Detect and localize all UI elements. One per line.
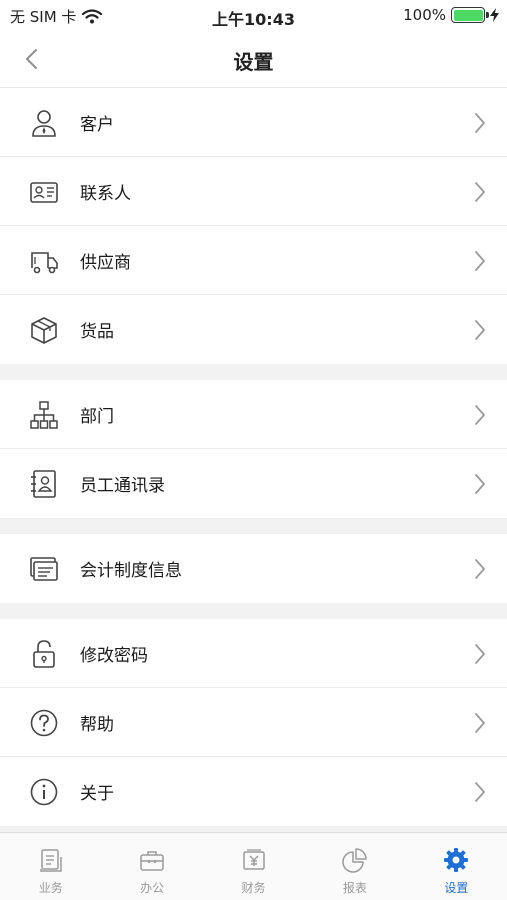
chevron-right-icon xyxy=(475,182,485,202)
chevron-right-icon xyxy=(475,113,485,133)
gear-icon xyxy=(444,848,469,872)
chevron-right-icon xyxy=(475,474,485,494)
settings-row-address-book[interactable]: 员工通讯录 xyxy=(0,449,507,518)
settings-row-info[interactable]: 关于 xyxy=(0,757,507,826)
status-right: 100% xyxy=(403,6,499,24)
customer-icon xyxy=(32,110,56,137)
tab-pie-chart[interactable]: 报表 xyxy=(304,833,405,900)
tab-finance-yen[interactable]: 财务 xyxy=(203,833,304,900)
battery-level xyxy=(453,9,483,21)
section-gap xyxy=(0,603,507,619)
settings-row-label: 客户 xyxy=(80,115,114,135)
org-chart-icon xyxy=(30,401,58,429)
contact-card-icon xyxy=(30,182,58,203)
tab-business-doc[interactable]: 业务 xyxy=(0,833,101,900)
navigation-bar: 设置 xyxy=(0,30,507,88)
settings-row-label: 修改密码 xyxy=(80,646,148,666)
settings-row-customer[interactable]: 客户 xyxy=(0,88,507,157)
pie-chart-icon xyxy=(342,848,367,873)
tab-label: 业务 xyxy=(38,881,63,895)
chevron-right-icon xyxy=(475,320,485,340)
chevron-right-icon xyxy=(475,644,485,664)
settings-group: 修改密码 帮助 关于 xyxy=(0,619,507,826)
settings-row-label: 员工通讯录 xyxy=(80,476,165,496)
settings-row-label: 部门 xyxy=(80,407,114,427)
settings-group: 客户联系人供应商货品 xyxy=(0,88,507,364)
accounting-docs-icon xyxy=(30,557,58,581)
tab-gear[interactable]: 设置 xyxy=(406,833,507,900)
back-button[interactable] xyxy=(18,44,48,74)
settings-row-label: 关于 xyxy=(80,784,114,804)
chevron-right-icon xyxy=(475,713,485,733)
chevron-right-icon xyxy=(475,782,485,802)
settings-group: 会计制度信息 xyxy=(0,534,507,603)
tab-label: 设置 xyxy=(444,881,469,895)
package-icon xyxy=(31,317,57,344)
settings-row-label: 货品 xyxy=(80,322,114,342)
settings-row-label: 帮助 xyxy=(80,715,114,735)
info-icon xyxy=(30,778,58,806)
chevron-right-icon xyxy=(475,251,485,271)
section-gap xyxy=(0,518,507,534)
finance-yen-icon xyxy=(242,849,265,870)
settings-row-lock[interactable]: 修改密码 xyxy=(0,619,507,688)
settings-row-truck[interactable]: 供应商 xyxy=(0,226,507,295)
business-doc-icon xyxy=(39,849,62,872)
settings-list: 客户联系人供应商货品部门员工通讯录会计制度信息 修改密码帮助关于 xyxy=(0,88,507,842)
settings-group: 部门 员工通讯录 xyxy=(0,380,507,518)
tab-briefcase[interactable]: 办公 xyxy=(101,833,202,900)
settings-row-label: 联系人 xyxy=(80,184,131,204)
page-title: 设置 xyxy=(233,50,274,74)
chevron-right-icon xyxy=(475,559,485,579)
briefcase-icon xyxy=(140,851,164,871)
back-chevron-icon xyxy=(26,49,37,69)
address-book-icon xyxy=(31,470,56,498)
settings-row-accounting-docs[interactable]: 会计制度信息 xyxy=(0,534,507,603)
status-bar: 无 SIM 卡 上午10:43 100% xyxy=(0,0,507,30)
settings-row-help[interactable]: 帮助 xyxy=(0,688,507,757)
battery-icon xyxy=(451,7,489,23)
tab-label: 报表 xyxy=(342,881,367,895)
tab-bar: 业务 办公 财务 报表 设置 xyxy=(0,832,507,900)
settings-row-package[interactable]: 货品 xyxy=(0,295,507,364)
tab-label: 财务 xyxy=(241,881,266,895)
tab-label: 办公 xyxy=(140,881,165,895)
truck-icon xyxy=(31,252,58,274)
charging-bolt-icon xyxy=(490,8,499,22)
settings-row-org-chart[interactable]: 部门 xyxy=(0,380,507,449)
settings-row-label: 会计制度信息 xyxy=(80,561,182,581)
chevron-right-icon xyxy=(475,405,485,425)
help-icon xyxy=(30,709,58,737)
lock-icon xyxy=(33,640,55,668)
battery-percent: 100% xyxy=(403,6,446,24)
settings-row-contact-card[interactable]: 联系人 xyxy=(0,157,507,226)
settings-row-label: 供应商 xyxy=(80,253,131,273)
section-gap xyxy=(0,364,507,380)
